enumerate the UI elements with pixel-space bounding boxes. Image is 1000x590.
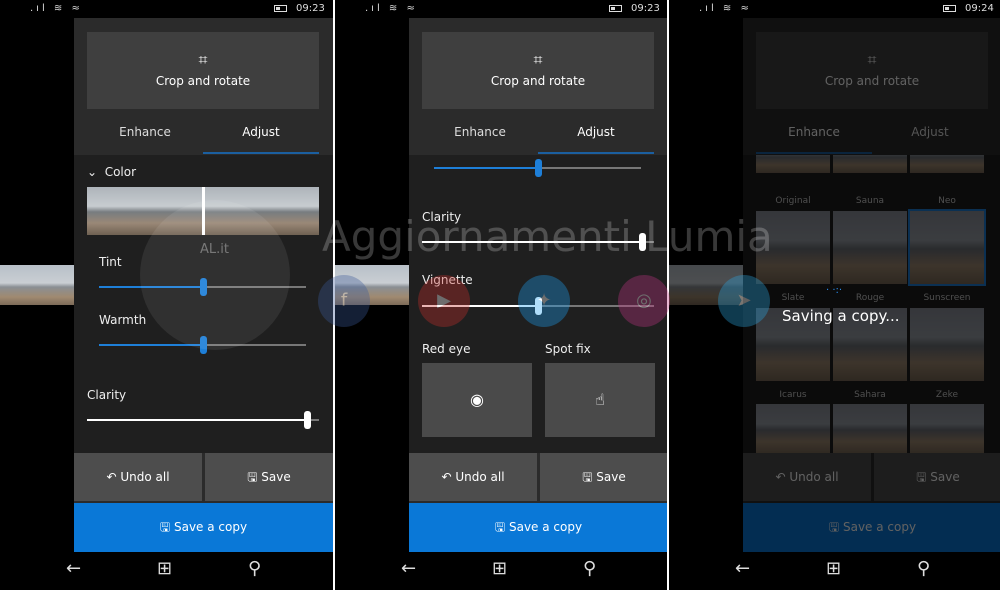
touch-icon: ☝ <box>595 390 605 409</box>
progress-ring-icon: · ·:· <box>826 285 843 296</box>
tab-indicator <box>538 152 654 154</box>
telegram-icon: ➤ <box>718 275 770 327</box>
signal-wifi-icons: .ıl ≋ ≈ <box>699 3 752 14</box>
status-bar: .ıl ≋ ≈ 09:23 <box>335 0 668 18</box>
eye-icon: ◉ <box>470 390 484 409</box>
color-section-header[interactable]: ⌄ Color <box>87 165 136 179</box>
save-button[interactable]: 🖫 Save <box>205 453 333 501</box>
chevron-down-icon: ⌄ <box>87 165 98 179</box>
tab-enhance[interactable]: Enhance <box>422 125 538 139</box>
crop-icon: ⌗ <box>198 50 208 69</box>
crop-icon: ⌗ <box>533 50 543 69</box>
windows-icon[interactable]: ⊞ <box>492 558 507 579</box>
crop-rotate-button[interactable]: ⌗ Crop and rotate <box>422 32 654 109</box>
youtube-icon: ▶ <box>418 275 470 327</box>
crop-label: Crop and rotate <box>490 74 586 88</box>
tab-indicator <box>203 152 319 154</box>
spot-fix-button[interactable]: ☝ <box>545 363 655 437</box>
save-button[interactable]: 🖫 Save <box>540 453 668 501</box>
red-eye-label: Red eye <box>422 342 471 356</box>
slider-thumb[interactable] <box>534 159 542 177</box>
save-copy-label: Save a copy <box>508 520 583 534</box>
save-icon: 🖫 <box>247 470 258 484</box>
save-copy-label: Save a copy <box>173 520 248 534</box>
tab-enhance[interactable]: Enhance <box>87 125 203 139</box>
status-bar: .ıl ≋ ≈ 09:23 <box>0 0 333 18</box>
photo-preview <box>0 265 74 305</box>
undo-icon: ↶ <box>441 470 452 484</box>
red-eye-button[interactable]: ◉ <box>422 363 532 437</box>
search-icon[interactable]: ⚲ <box>248 558 261 579</box>
spot-fix-label: Spot fix <box>545 342 591 356</box>
clock: 09:24 <box>965 3 994 14</box>
twitter-icon: ✦ <box>518 275 570 327</box>
watermark-logo-text: AL.it <box>200 242 229 257</box>
watermark-logo: AL.it <box>140 200 290 350</box>
saving-status: Saving a copy... <box>782 307 900 325</box>
windows-icon[interactable]: ⊞ <box>826 558 841 579</box>
tint-label: Tint <box>99 255 122 269</box>
watermark-text: Aggiornamenti Lumia <box>322 212 773 261</box>
adjust-slider[interactable] <box>434 159 641 177</box>
facebook-icon: f <box>318 275 370 327</box>
back-icon[interactable]: ← <box>66 558 81 579</box>
instagram-icon: ◎ <box>618 275 670 327</box>
undo-icon: ↶ <box>106 470 117 484</box>
slider-thumb[interactable] <box>304 411 312 429</box>
save-copy-button[interactable]: 🖫 Save a copy <box>409 503 668 552</box>
tab-adjust[interactable]: Adjust <box>538 125 654 139</box>
status-bar: .ıl ≋ ≈ 09:24 <box>669 0 1000 18</box>
clock: 09:23 <box>631 3 660 14</box>
crop-rotate-button[interactable]: ⌗ Crop and rotate <box>87 32 319 109</box>
undo-all-button[interactable]: ↶ Undo all <box>409 453 537 501</box>
save-icon: 🖫 <box>494 520 506 534</box>
back-icon[interactable]: ← <box>401 558 416 579</box>
section-label: Color <box>104 165 137 179</box>
clock: 09:23 <box>296 3 325 14</box>
signal-wifi-icons: .ıl ≋ ≈ <box>365 3 418 14</box>
warmth-label: Warmth <box>99 313 147 327</box>
save-icon: 🖫 <box>159 520 171 534</box>
tab-adjust[interactable]: Adjust <box>203 125 319 139</box>
battery-icon <box>609 5 622 12</box>
back-icon[interactable]: ← <box>735 558 750 579</box>
search-icon[interactable]: ⚲ <box>917 558 930 579</box>
save-label: Save <box>596 470 626 484</box>
save-label: Save <box>261 470 291 484</box>
clarity-slider[interactable] <box>87 411 319 429</box>
undo-label: Undo all <box>455 470 505 484</box>
slider-fill <box>87 419 308 421</box>
windows-icon[interactable]: ⊞ <box>157 558 172 579</box>
undo-all-button[interactable]: ↶ Undo all <box>74 453 202 501</box>
clarity-label: Clarity <box>87 388 127 402</box>
save-icon: 🖫 <box>582 470 593 484</box>
battery-icon <box>943 5 956 12</box>
undo-label: Undo all <box>120 470 170 484</box>
save-copy-button[interactable]: 🖫 Save a copy <box>74 503 333 552</box>
battery-icon <box>274 5 287 12</box>
signal-wifi-icons: .ıl ≋ ≈ <box>30 3 83 14</box>
slider-fill <box>434 167 538 169</box>
crop-label: Crop and rotate <box>155 74 251 88</box>
search-icon[interactable]: ⚲ <box>583 558 596 579</box>
